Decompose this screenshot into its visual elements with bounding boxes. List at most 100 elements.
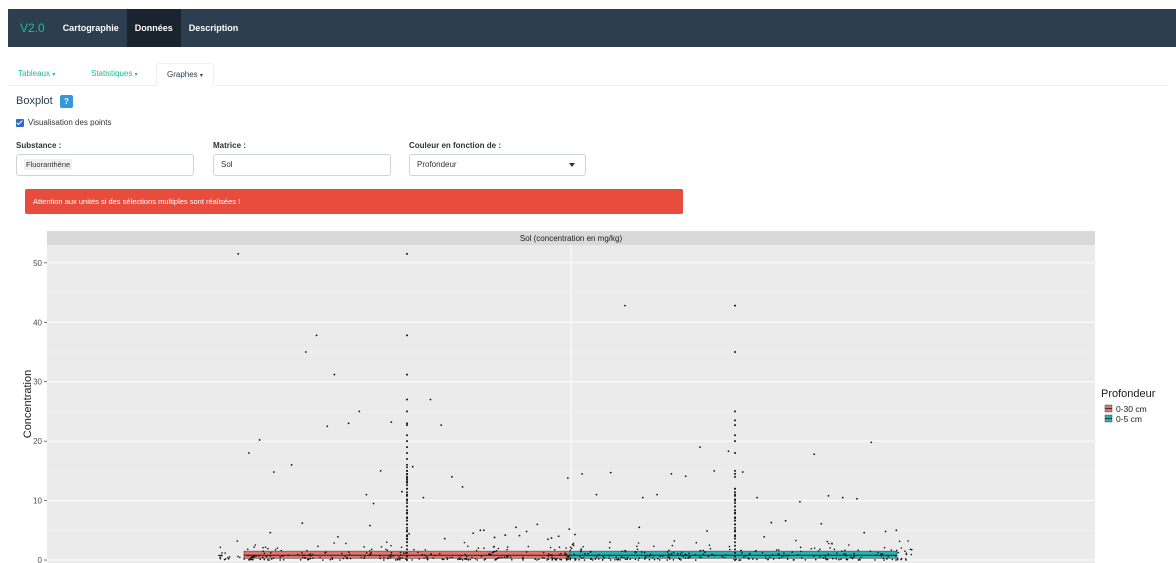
- data-point: [227, 558, 230, 560]
- data-point: [553, 549, 556, 551]
- outlier-point: [734, 469, 736, 472]
- nav-item-donnees[interactable]: Données: [126, 9, 181, 47]
- data-point: [518, 534, 521, 537]
- data-point: [713, 554, 716, 557]
- help-icon[interactable]: ?: [60, 95, 73, 108]
- data-point: [672, 558, 675, 561]
- data-point: [589, 551, 592, 553]
- outlier-point: [734, 434, 736, 437]
- couleur-select[interactable]: Profondeur: [409, 154, 586, 176]
- data-point: [787, 554, 790, 557]
- outlier-point: [734, 424, 736, 427]
- data-point: [547, 558, 550, 560]
- data-point: [634, 551, 637, 553]
- data-point: [418, 558, 421, 560]
- data-point: [624, 304, 626, 307]
- outlier-point: [734, 410, 736, 413]
- data-point: [457, 558, 459, 561]
- data-point: [219, 554, 222, 557]
- data-point: [905, 553, 908, 556]
- data-point: [505, 555, 508, 557]
- nav-item-description[interactable]: Description: [181, 9, 247, 47]
- substance-chip[interactable]: Fluoranthène: [24, 159, 73, 170]
- matrice-value: Sol: [221, 160, 233, 169]
- data-point: [464, 558, 467, 560]
- matrice-input[interactable]: Sol: [213, 154, 391, 176]
- outlier-point: [406, 537, 408, 540]
- data-point: [827, 494, 830, 497]
- data-point: [608, 547, 611, 549]
- data-point: [653, 545, 655, 548]
- data-point: [306, 558, 309, 561]
- outlier-point: [734, 555, 736, 558]
- outlier-point: [406, 446, 408, 449]
- data-point: [379, 554, 381, 557]
- data-point: [851, 557, 854, 560]
- data-point: [702, 549, 705, 552]
- data-point: [874, 559, 876, 561]
- data-point: [564, 553, 566, 556]
- data-point: [694, 559, 697, 561]
- data-point: [817, 550, 820, 552]
- data-point: [810, 547, 813, 550]
- data-point: [646, 554, 649, 557]
- data-point: [603, 557, 605, 559]
- outlier-point: [734, 419, 736, 422]
- substance-input[interactable]: Fluoranthène: [16, 154, 194, 176]
- data-point: [303, 554, 306, 557]
- data-point: [836, 552, 838, 555]
- outlier-point: [734, 526, 736, 529]
- data-point: [565, 547, 567, 549]
- data-point: [890, 549, 893, 551]
- data-point: [672, 551, 675, 554]
- data-point: [792, 559, 795, 561]
- data-point: [392, 555, 394, 557]
- data-point: [386, 549, 389, 552]
- data-point: [749, 552, 751, 555]
- points-checkbox[interactable]: [16, 119, 24, 127]
- data-point: [299, 558, 302, 561]
- data-point: [276, 547, 279, 549]
- data-point: [269, 551, 272, 554]
- data-point: [767, 558, 769, 561]
- data-point: [515, 526, 517, 529]
- data-point: [385, 548, 387, 551]
- data-point: [365, 493, 368, 496]
- data-point: [251, 556, 253, 559]
- data-point: [459, 555, 462, 557]
- data-point: [783, 554, 785, 557]
- data-point: [784, 519, 787, 522]
- data-point: [434, 554, 436, 557]
- data-point: [458, 557, 460, 559]
- data-point: [479, 529, 482, 532]
- data-point: [358, 410, 361, 413]
- data-point: [493, 545, 495, 548]
- data-point: [669, 558, 671, 560]
- brand-logo[interactable]: V2.0: [8, 9, 55, 47]
- data-point: [863, 531, 866, 534]
- data-point: [259, 558, 262, 561]
- data-point: [411, 559, 413, 561]
- data-point: [814, 558, 817, 561]
- outlier-point: [734, 544, 736, 547]
- tab-statistiques[interactable]: Statistiques ▾: [81, 63, 148, 86]
- tab-tableaux[interactable]: Tableaux ▾: [8, 63, 65, 86]
- nav-item-cartographie[interactable]: Cartographie: [55, 9, 127, 47]
- tab-graphes[interactable]: Graphes ▾: [156, 63, 214, 86]
- data-point: [221, 552, 223, 554]
- data-point: [667, 553, 670, 556]
- data-point: [886, 558, 888, 560]
- data-point: [466, 545, 469, 548]
- data-point: [272, 471, 275, 473]
- outlier-point: [406, 477, 408, 480]
- data-point: [657, 557, 659, 560]
- outlier-point: [406, 487, 408, 490]
- data-point: [786, 558, 789, 560]
- data-point: [534, 558, 536, 561]
- data-point: [324, 552, 326, 554]
- couleur-label: Couleur en fonction de :: [409, 141, 501, 150]
- data-point: [315, 334, 318, 337]
- data-point: [609, 471, 612, 474]
- data-point: [909, 548, 912, 551]
- data-point: [301, 552, 303, 554]
